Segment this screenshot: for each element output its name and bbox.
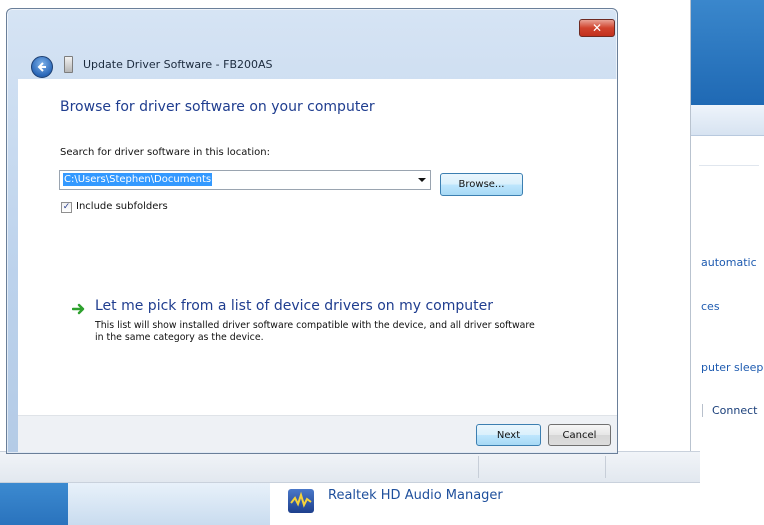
background-link-connect[interactable]: Connect [712,404,757,417]
search-location-label: Search for driver software in this locat… [60,147,270,158]
update-driver-dialog: ✕ Update Driver Software - FB200AS Brows… [6,8,618,454]
back-arrow-icon [37,62,46,72]
close-button[interactable]: ✕ [579,19,615,37]
background-status-bar [0,451,700,483]
dialog-title: Update Driver Software - FB200AS [83,58,273,71]
dialog-footer: Next Cancel [18,415,617,452]
green-arrow-icon[interactable] [72,302,86,316]
pick-from-list-link[interactable]: Let me pick from a list of device driver… [95,298,493,314]
search-location-combobox[interactable]: C:\Users\Stephen\Documents [59,170,431,190]
include-subfolders-checkbox[interactable]: ✓ [61,202,72,213]
cancel-button[interactable]: Cancel [548,424,611,446]
divider [702,404,703,417]
divider [699,165,759,166]
background-link-devices[interactable]: ces [701,300,720,313]
page-heading: Browse for driver software on your compu… [60,99,375,115]
checkmark-icon: ✓ [62,202,71,212]
include-subfolders-label[interactable]: Include subfolders [76,201,168,212]
search-location-value[interactable]: C:\Users\Stephen\Documents [63,173,213,186]
background-link-automatic[interactable]: automatic [701,256,757,269]
background-window-toolbar [691,105,764,136]
background-window-banner [691,0,764,105]
next-button[interactable]: Next [476,424,541,446]
back-button[interactable] [31,56,53,78]
dialog-content: Browse for driver software on your compu… [18,79,617,415]
chevron-down-icon[interactable] [418,178,426,182]
background-link-sleep[interactable]: puter sleep [701,361,763,374]
status-separator [478,456,479,478]
usb-device-icon [64,56,73,73]
background-pane [68,483,270,525]
pick-from-list-description: This list will show installed driver sof… [95,320,535,343]
realtek-item[interactable]: Realtek HD Audio Manager [270,483,764,525]
status-separator [605,456,606,478]
background-window: automatic ces puter sleep Connect [690,0,764,485]
background-panel [0,483,270,525]
realtek-audio-icon [288,489,314,513]
realtek-label: Realtek HD Audio Manager [328,488,503,503]
browse-button[interactable]: Browse... [440,173,523,196]
